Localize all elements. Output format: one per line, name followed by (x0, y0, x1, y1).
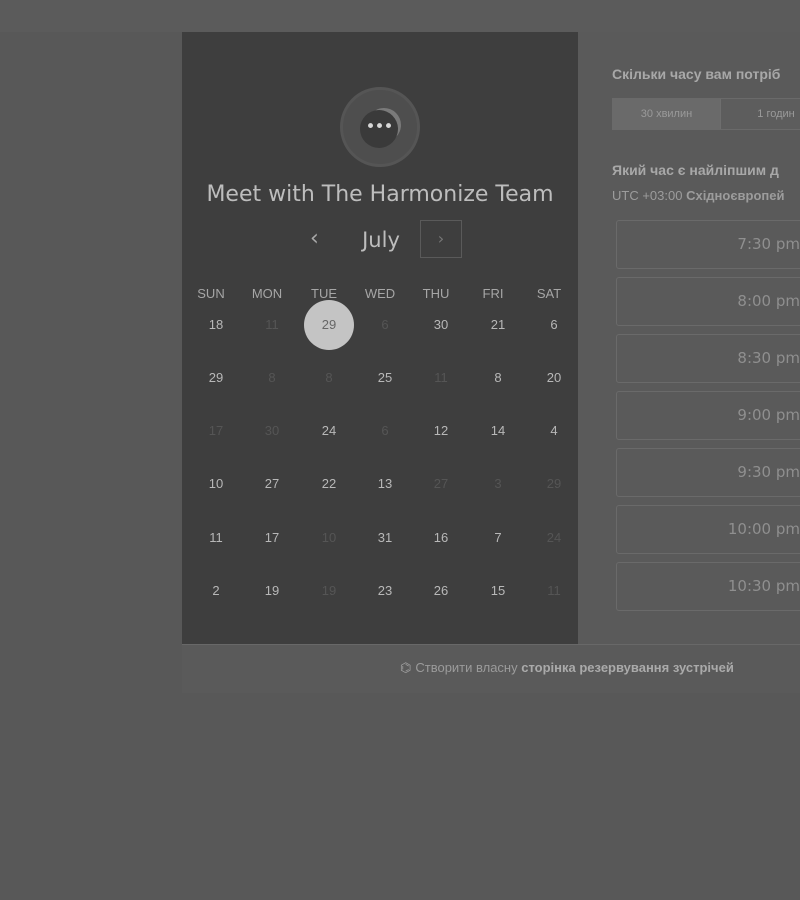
calendar-panel: ••• Meet with The Harmonize Team ‹ July … (182, 32, 578, 644)
time-slot-button[interactable]: 8:00 pm (616, 277, 800, 326)
duration-option-1hour[interactable]: 1 годин (721, 99, 800, 129)
duration-question: Скільки часу вам потріб (612, 66, 781, 82)
calendar-day[interactable]: 15 (473, 566, 523, 616)
calendar-day[interactable]: 6 (529, 300, 579, 350)
time-slot-button[interactable]: 9:00 pm (616, 391, 800, 440)
calendar-day: 30 (264, 423, 280, 438)
calendar-day[interactable]: 31 (360, 513, 410, 563)
calendar-day: 6 (381, 317, 389, 332)
duration-selector: 30 хвилин 1 годин (612, 98, 800, 130)
time-slot-button[interactable]: 8:30 pm (616, 334, 800, 383)
calendar-day: 11 (265, 317, 279, 332)
weekday-label: MON (251, 286, 283, 301)
weekday-label: SAT (536, 286, 562, 301)
calendar-day[interactable]: 18 (191, 300, 241, 350)
weekday-label: WED (364, 286, 396, 301)
time-slot-button[interactable]: 10:30 pm (616, 562, 800, 611)
calendar-day: 6 (381, 423, 389, 438)
calendar-day[interactable]: 25 (360, 353, 410, 403)
chevron-left-icon[interactable]: ‹ (310, 226, 319, 251)
time-slot-button[interactable]: 9:30 pm (616, 448, 800, 497)
calendar-day: 24 (546, 530, 562, 545)
time-question: Який час є найліпшим д (612, 162, 779, 178)
calendar-day: 19 (321, 583, 337, 598)
sprocket-icon: ⌬ (400, 661, 412, 676)
team-logo: ••• (340, 87, 420, 167)
current-month: July (362, 228, 400, 252)
calendar-day: 8 (268, 370, 276, 385)
calendar-day[interactable]: 24 (304, 406, 354, 456)
calendar-day[interactable]: 29 (191, 353, 241, 403)
calendar-day-selected[interactable]: 29 (304, 300, 354, 350)
calendar-day: 27 (433, 476, 449, 491)
month-navigation: ‹ July › (182, 220, 578, 260)
calendar-day: 17 (208, 423, 224, 438)
weekday-label: TUE (311, 286, 337, 301)
time-slot-button[interactable]: 7:30 pm (616, 220, 800, 269)
weekday-label: SUN (197, 286, 225, 301)
calendar-day[interactable]: 2 (191, 566, 241, 616)
calendar-day: 8 (325, 370, 333, 385)
calendar-day[interactable]: 10 (191, 459, 241, 509)
create-page-link[interactable]: ⌬ Створити власну сторінка резервування з… (400, 660, 734, 676)
calendar-day: 10 (321, 530, 337, 545)
calendar-day: 29 (546, 476, 562, 491)
calendar-day[interactable]: 12 (416, 406, 466, 456)
calendar-day[interactable]: 26 (416, 566, 466, 616)
calendar-day: 11 (434, 370, 448, 385)
calendar-day[interactable]: 23 (360, 566, 410, 616)
calendar-day[interactable]: 8 (473, 353, 523, 403)
timezone-label[interactable]: UTC +03:00 Східноєвропей (612, 188, 784, 203)
calendar-day[interactable]: 21 (473, 300, 523, 350)
time-panel: Скільки часу вам потріб 30 хвилин 1 годи… (612, 32, 800, 644)
weekday-label: FRI (482, 286, 504, 301)
calendar-day[interactable]: 14 (473, 406, 523, 456)
calendar-day[interactable]: 27 (247, 459, 297, 509)
time-slot-button[interactable]: 10:00 pm (616, 505, 800, 554)
calendar-day: 11 (547, 583, 561, 598)
top-band (0, 0, 800, 32)
duration-option-30min[interactable]: 30 хвилин (613, 99, 721, 129)
calendar-day[interactable]: 30 (416, 300, 466, 350)
calendar-day[interactable]: 13 (360, 459, 410, 509)
calendar-day[interactable]: 19 (247, 566, 297, 616)
calendar-day[interactable]: 17 (247, 513, 297, 563)
weekday-label: THU (422, 286, 450, 301)
meeting-title: Meet with The Harmonize Team (206, 182, 554, 207)
chevron-right-icon[interactable]: › (420, 220, 462, 258)
calendar-day[interactable]: 7 (473, 513, 523, 563)
footer: ⌬ Створити власну сторінка резервування з… (182, 644, 800, 693)
calendar-day[interactable]: 4 (529, 406, 579, 456)
calendar-day[interactable]: 11 (191, 513, 241, 563)
calendar-day[interactable]: 16 (416, 513, 466, 563)
calendar-day: 3 (494, 476, 502, 491)
calendar-day[interactable]: 22 (304, 459, 354, 509)
calendar-day[interactable]: 20 (529, 353, 579, 403)
booking-card: ••• Meet with The Harmonize Team ‹ July … (182, 32, 800, 693)
chat-bubble-icon: ••• (360, 110, 398, 148)
